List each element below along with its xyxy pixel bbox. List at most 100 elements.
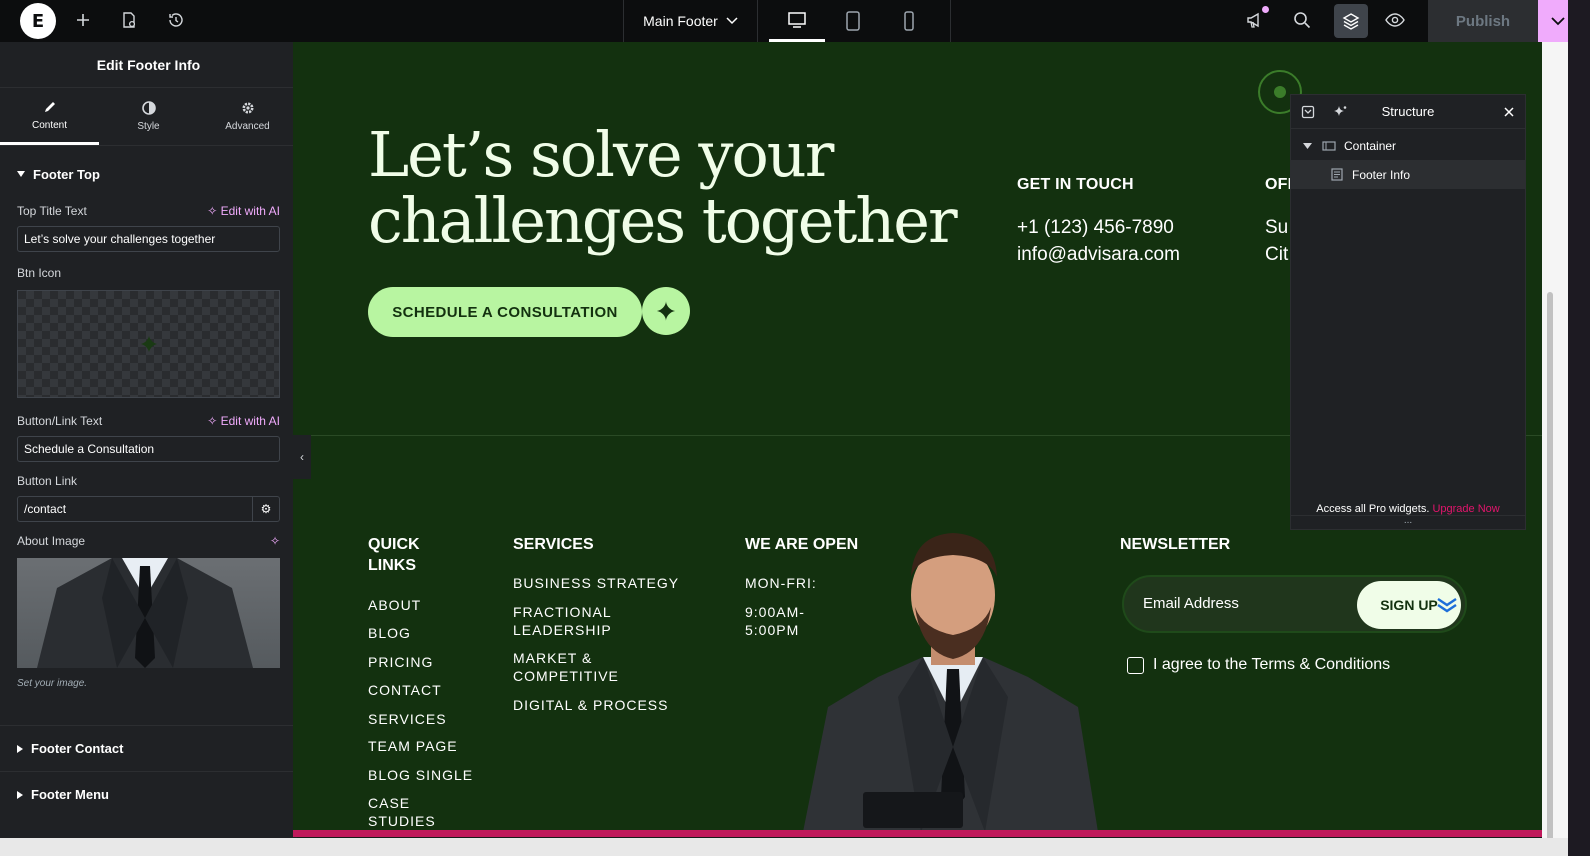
structure-panel: Structure Container Footer Info Access a… bbox=[1290, 94, 1526, 530]
collapse-panel-icon[interactable] bbox=[1301, 105, 1315, 119]
tab-label: Advanced bbox=[225, 121, 270, 132]
about-image-field-header: About Image ✧ bbox=[0, 530, 297, 552]
section-label: Footer Top bbox=[33, 166, 100, 182]
notification-dot bbox=[1262, 6, 1269, 13]
phone-link[interactable]: +1 (123) 456-7890 bbox=[1017, 217, 1174, 239]
desktop-icon[interactable] bbox=[769, 0, 825, 42]
structure-title: Structure bbox=[1381, 104, 1435, 119]
section-footer-contact[interactable]: Footer Contact bbox=[0, 725, 297, 771]
quick-link-pricing[interactable]: PRICING bbox=[368, 653, 433, 671]
terms-label: I agree to the Terms & Conditions bbox=[1153, 656, 1391, 673]
chevron-down-icon bbox=[726, 17, 738, 25]
quick-link-team-page[interactable]: TEAM PAGE bbox=[368, 737, 458, 755]
top-title-input[interactable]: Let’s solve your challenges together bbox=[17, 226, 280, 252]
section-label: Footer Menu bbox=[31, 787, 109, 802]
link-options-gear-icon[interactable]: ⚙ bbox=[253, 496, 280, 522]
document-title: Main Footer bbox=[643, 13, 718, 29]
button-link-input[interactable]: /contact bbox=[17, 496, 253, 522]
image-hint: Set your image. bbox=[17, 678, 88, 689]
caret-right-icon bbox=[17, 790, 23, 799]
bottom-bar bbox=[0, 838, 1568, 856]
section-footer-menu[interactable]: Footer Menu bbox=[0, 771, 297, 817]
add-element-icon[interactable] bbox=[71, 8, 95, 32]
document-title-dropdown[interactable]: Main Footer bbox=[623, 0, 758, 42]
btn-icon-picker[interactable] bbox=[17, 290, 280, 398]
search-icon[interactable] bbox=[1290, 8, 1314, 32]
edit-ai-label: Edit with AI bbox=[220, 414, 280, 428]
schedule-consultation-button[interactable]: SCHEDULE A CONSULTATION bbox=[368, 287, 642, 337]
mobile-icon[interactable] bbox=[881, 0, 937, 42]
button-link-control: /contact ⚙ bbox=[17, 496, 280, 522]
edit-with-ai-link[interactable]: ✧ Edit with AI bbox=[207, 204, 280, 218]
headline-line-1: Let’s solve your bbox=[368, 118, 834, 191]
about-image-preview[interactable] bbox=[17, 558, 280, 668]
ai-sparkle-icon[interactable]: ✧ bbox=[270, 534, 280, 548]
open-hours: 9:00AM- 5:00PM bbox=[745, 603, 805, 639]
quick-link-services[interactable]: SERVICES bbox=[368, 710, 447, 728]
structure-item-container[interactable]: Container bbox=[1291, 131, 1525, 160]
link-line: LEADERSHIP bbox=[513, 622, 612, 638]
caret-down-icon bbox=[17, 171, 25, 177]
tab-content[interactable]: Content bbox=[0, 88, 99, 145]
service-fractional-leadership[interactable]: FRACTIONAL LEADERSHIP bbox=[513, 603, 612, 639]
quick-link-blog-single[interactable]: BLOG SINGLE bbox=[368, 766, 473, 784]
heading-line: LINKS bbox=[368, 557, 416, 574]
footer-headline[interactable]: Let’s solve your challenges together bbox=[368, 118, 958, 257]
preview-eye-icon[interactable] bbox=[1383, 8, 1407, 32]
structure-layers-button[interactable] bbox=[1334, 4, 1368, 38]
service-business-strategy[interactable]: BUSINESS STRATEGY bbox=[513, 574, 679, 592]
link-line: FRACTIONAL bbox=[513, 604, 612, 620]
link-line: STUDIES bbox=[368, 813, 436, 829]
section-footer-top[interactable]: Footer Top bbox=[0, 156, 297, 192]
structure-item-label: Container bbox=[1344, 138, 1397, 153]
sparkle-icon bbox=[140, 336, 157, 352]
pencil-icon bbox=[44, 101, 55, 112]
page-settings-icon[interactable] bbox=[117, 8, 141, 32]
newsletter-email-input[interactable]: Email Address bbox=[1143, 595, 1239, 612]
office-city-line: Cit bbox=[1265, 244, 1289, 265]
resize-handle[interactable]: ... bbox=[1291, 515, 1525, 529]
upgrade-now-link[interactable]: Upgrade Now bbox=[1432, 503, 1499, 515]
tab-style[interactable]: Style bbox=[99, 88, 198, 145]
section-label: Footer Contact bbox=[31, 741, 124, 756]
link-line: CASE bbox=[368, 795, 411, 811]
structure-header: Structure bbox=[1291, 95, 1525, 129]
quick-link-about[interactable]: ABOUT bbox=[368, 596, 421, 614]
history-icon[interactable] bbox=[164, 8, 188, 32]
email-link[interactable]: info@advisara.com bbox=[1017, 244, 1180, 266]
tab-advanced[interactable]: Advanced bbox=[198, 88, 297, 145]
structure-item-footer-info[interactable]: Footer Info bbox=[1291, 160, 1525, 189]
suit-man-thumbnail bbox=[37, 558, 253, 668]
office-heading: OFI bbox=[1265, 176, 1293, 193]
headline-line-2: challenges together bbox=[368, 184, 958, 257]
get-in-touch-heading: GET IN TOUCH bbox=[1017, 176, 1134, 193]
elementor-logo-icon[interactable]: E bbox=[20, 3, 56, 39]
terms-checkbox[interactable] bbox=[1127, 656, 1144, 674]
sparkle-icon[interactable] bbox=[642, 287, 690, 335]
link-line: MARKET & bbox=[513, 650, 593, 666]
service-market-competitive[interactable]: MARKET & COMPETITIVE bbox=[513, 649, 619, 685]
scrollbar-thumb[interactable] bbox=[1547, 292, 1553, 842]
newsletter-heading: NEWSLETTER bbox=[1120, 536, 1231, 553]
sign-up-label: SIGN UP bbox=[1380, 597, 1438, 613]
collapse-panel-chevron-left-icon[interactable]: ‹ bbox=[293, 435, 311, 479]
edit-ai-label: Edit with AI bbox=[220, 204, 280, 218]
field-label: Button/Link Text bbox=[17, 414, 103, 428]
quick-link-blog[interactable]: BLOG bbox=[368, 624, 411, 642]
terms-agreement[interactable]: I agree to the Terms & Conditions bbox=[1127, 656, 1390, 674]
edit-with-ai-link[interactable]: ✧ Edit with AI bbox=[207, 414, 280, 428]
publish-button[interactable]: Publish bbox=[1428, 0, 1538, 42]
quick-link-case-studies[interactable]: CASE STUDIES bbox=[368, 794, 436, 830]
ai-sparkle-icon[interactable] bbox=[1333, 105, 1347, 119]
heading-line: QUICK bbox=[368, 536, 420, 553]
service-digital-process[interactable]: DIGITAL & PROCESS bbox=[513, 696, 668, 714]
canvas-scrollbar[interactable] bbox=[1542, 42, 1568, 850]
tablet-icon[interactable] bbox=[825, 0, 881, 42]
quick-link-contact[interactable]: CONTACT bbox=[368, 681, 442, 699]
close-icon[interactable] bbox=[1504, 107, 1514, 117]
contrast-icon bbox=[141, 101, 156, 115]
editor-panel: Edit Footer Info Content Style Advanced … bbox=[0, 42, 297, 850]
caret-down-icon[interactable] bbox=[1303, 142, 1312, 149]
businessman-photo bbox=[803, 533, 1098, 832]
button-text-input[interactable]: Schedule a Consultation bbox=[17, 436, 280, 462]
